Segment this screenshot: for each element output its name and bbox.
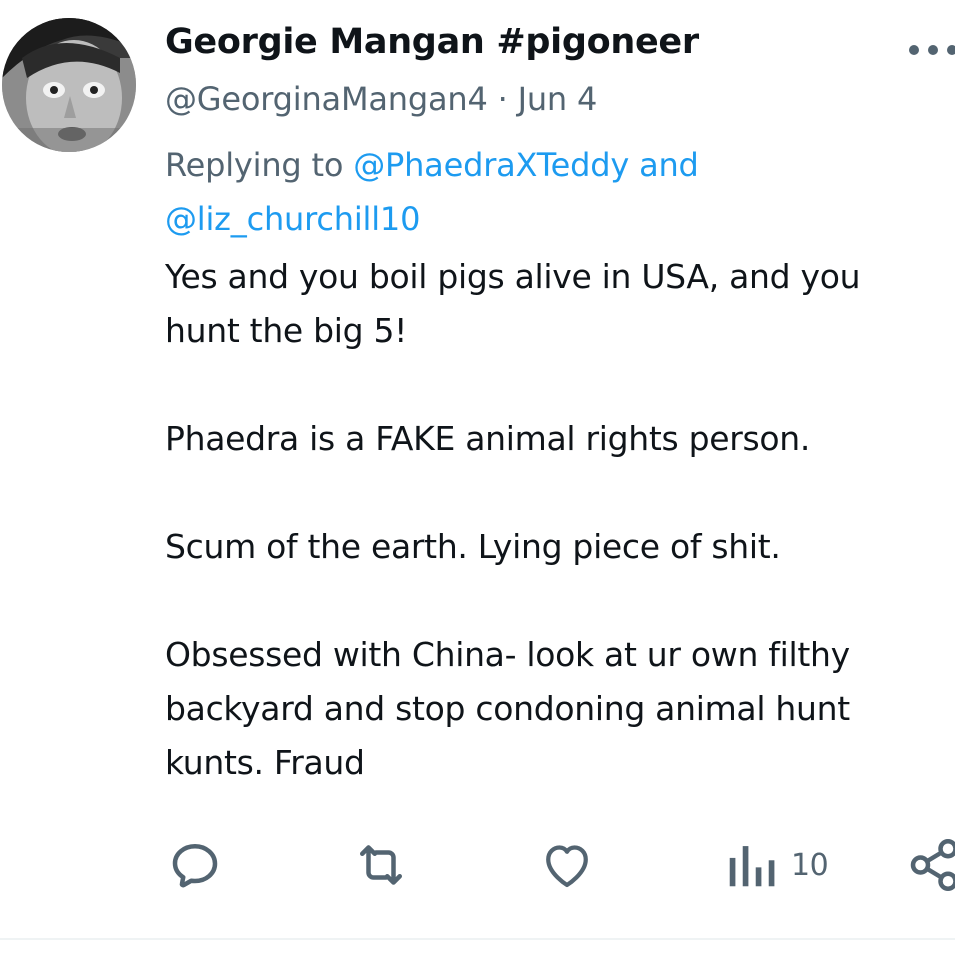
- avatar-photo: [2, 18, 136, 152]
- separator: ·: [497, 80, 508, 118]
- divider: [0, 938, 955, 940]
- replying-prefix: Replying to: [165, 146, 344, 184]
- avatar[interactable]: [2, 18, 136, 152]
- tweet-line: backyard and stop condoning animal hunt: [165, 689, 850, 728]
- heart-icon: [546, 845, 588, 888]
- views-count: 10: [791, 847, 829, 883]
- tweet-line: Phaedra is a FAKE animal rights person.: [165, 419, 811, 458]
- replying-to: Replying to @PhaedraXTeddy and @liz_chur…: [165, 138, 885, 246]
- retweet-button[interactable]: [350, 830, 412, 900]
- analytics-icon: [729, 846, 775, 887]
- share-icon: [910, 839, 955, 891]
- mention-liz[interactable]: @liz_churchill10: [165, 200, 420, 238]
- tweet-line: Scum of the earth. Lying piece of shit.: [165, 527, 781, 566]
- display-name[interactable]: Georgie Mangan #pigoneer: [165, 22, 699, 62]
- tweet-text: Yes and you boil pigs alive in USA, and …: [165, 250, 955, 790]
- reply-icon: [172, 844, 218, 888]
- user-handle[interactable]: @GeorginaMangan4: [165, 80, 488, 118]
- like-button[interactable]: [537, 830, 597, 900]
- retweet-icon: [360, 845, 402, 885]
- share-button[interactable]: [908, 830, 955, 900]
- mention-joiner[interactable]: and: [639, 146, 699, 184]
- tweet-line: kunts. Fraud: [165, 743, 365, 782]
- tweet: Georgie Mangan #pigoneer @GeorginaMangan…: [0, 0, 955, 955]
- tweet-line: Obsessed with China- look at ur own filt…: [165, 635, 850, 674]
- tweet-date[interactable]: Jun 4: [518, 80, 598, 118]
- tweet-line: hunt the big 5!: [165, 311, 408, 350]
- mention-phaedra[interactable]: @PhaedraXTeddy: [353, 146, 629, 184]
- more-options-icon[interactable]: [906, 38, 955, 62]
- tweet-line: Yes and you boil pigs alive in USA, and …: [165, 257, 861, 296]
- action-bar: 10: [0, 830, 955, 900]
- reply-button[interactable]: [165, 830, 225, 900]
- views-button[interactable]: 10: [725, 830, 829, 900]
- handle-line: @GeorginaMangan4 · Jun 4: [165, 80, 597, 118]
